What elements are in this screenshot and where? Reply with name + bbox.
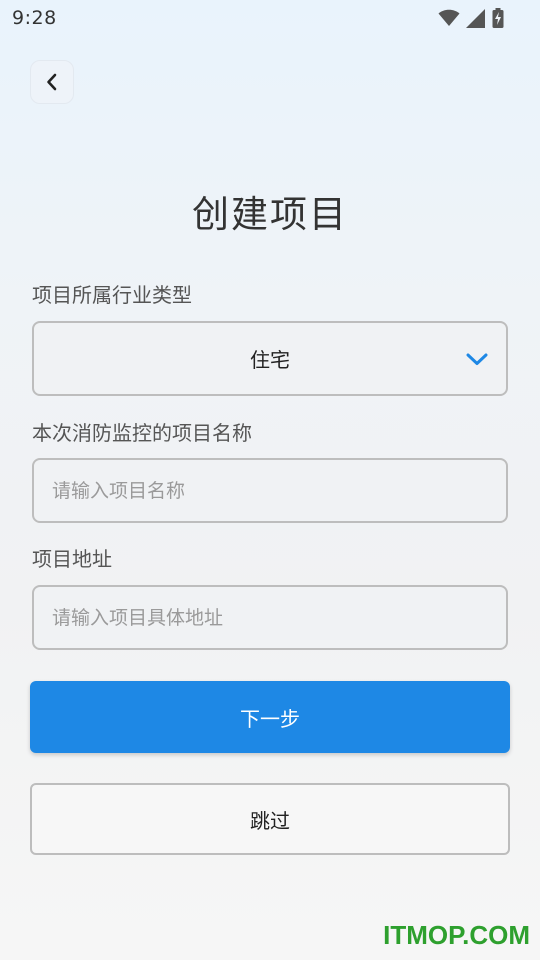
battery-charging-icon bbox=[492, 8, 504, 28]
skip-button[interactable]: 跳过 bbox=[30, 783, 510, 855]
project-name-field[interactable] bbox=[32, 458, 508, 523]
industry-select[interactable]: 住宅 bbox=[32, 321, 508, 396]
industry-selected-value: 住宅 bbox=[250, 348, 290, 372]
project-address-input[interactable] bbox=[34, 587, 506, 648]
status-time: 9:28 bbox=[12, 7, 57, 29]
project-address-field[interactable] bbox=[32, 585, 508, 650]
next-button[interactable]: 下一步 bbox=[30, 681, 510, 753]
watermark: ITMOP.COM bbox=[383, 920, 530, 950]
cell-signal-icon bbox=[466, 8, 485, 28]
chevron-left-icon bbox=[47, 73, 57, 91]
project-address-label: 项目地址 bbox=[32, 547, 112, 571]
status-icons bbox=[438, 7, 504, 29]
wifi-icon bbox=[438, 9, 460, 26]
industry-label: 项目所属行业类型 bbox=[32, 283, 192, 307]
chevron-down-icon bbox=[466, 353, 488, 365]
page-title: 创建项目 bbox=[192, 193, 348, 236]
status-bar: 9:28 bbox=[0, 0, 540, 36]
project-name-input[interactable] bbox=[34, 460, 506, 521]
project-name-label: 本次消防监控的项目名称 bbox=[32, 421, 252, 445]
back-button[interactable] bbox=[30, 60, 74, 104]
